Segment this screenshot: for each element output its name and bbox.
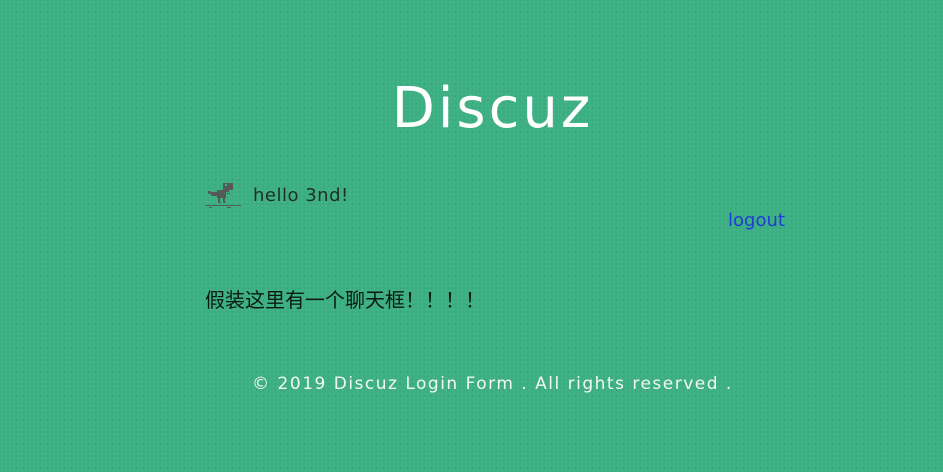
dinosaur-icon (205, 181, 241, 209)
chat-box-placeholder: 假装这里有一个聊天框！！！！ (205, 288, 485, 312)
user-greeting-row: hello 3nd! (205, 180, 349, 210)
page-title: Discuz (391, 75, 594, 141)
footer-copyright: © 2019 Discuz Login Form . All rights re… (252, 374, 733, 394)
greeting-text: hello 3nd! (253, 184, 349, 206)
logout-link[interactable]: logout (728, 210, 785, 231)
